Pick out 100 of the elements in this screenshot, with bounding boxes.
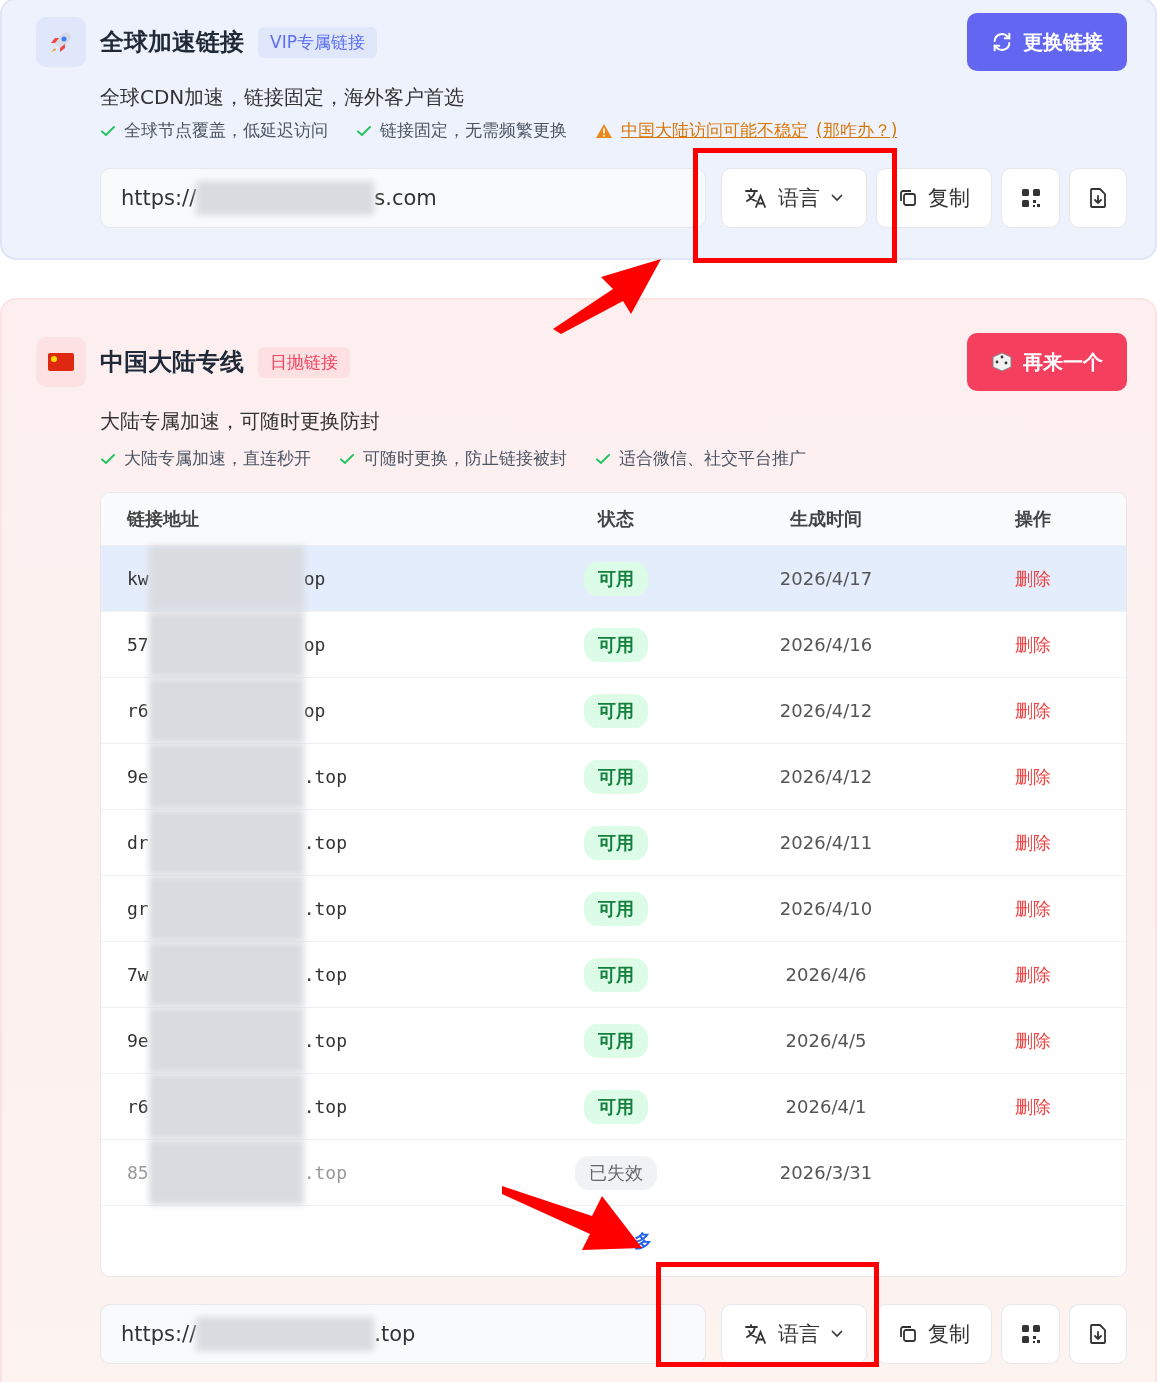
table-row[interactable]: 9e .top 可用 2026/4/12 删除 — [101, 743, 1126, 809]
copy-icon — [898, 1324, 919, 1344]
url-field[interactable]: https:// .top — [100, 1304, 706, 1364]
link-address: .top — [303, 897, 348, 921]
download-button[interactable] — [1068, 1304, 1127, 1364]
status-tag: 已失效 — [575, 1155, 657, 1190]
table-row[interactable]: kw op 可用 2026/4/17 删除 — [101, 545, 1126, 611]
delete-link[interactable]: 删除 — [1015, 632, 1051, 657]
caret-icon — [829, 1329, 844, 1339]
table-row[interactable]: 85 .top 已失效 2026/3/31 — [101, 1139, 1126, 1205]
qr-code-button[interactable] — [1001, 168, 1060, 228]
link-address: gr — [127, 897, 149, 921]
card-description: 大陆专属加速，可随时更换防封 — [100, 408, 381, 435]
link-address: r6 — [127, 1095, 149, 1119]
url-text: https:// — [121, 1322, 197, 1346]
table-row[interactable]: 7w .top 可用 2026/4/6 删除 — [101, 941, 1126, 1007]
delete-link[interactable]: 删除 — [1015, 764, 1051, 789]
card-badge: VIP专属链接 — [258, 26, 377, 58]
language-button[interactable]: 语言 — [721, 168, 867, 228]
column-header: 操作 — [1014, 507, 1052, 531]
date-text: 2026/4/12 — [779, 700, 873, 721]
link-address: op — [303, 567, 326, 591]
date-text: 2026/4/6 — [785, 964, 867, 985]
link-address: .top — [303, 1095, 348, 1119]
copy-button[interactable]: 复制 — [875, 168, 993, 228]
status-tag: 可用 — [584, 693, 648, 728]
qr-code-icon — [1020, 1324, 1041, 1344]
table-row[interactable]: r6 .top 可用 2026/4/1 删除 — [101, 1073, 1126, 1139]
status-tag: 可用 — [584, 1023, 648, 1058]
qr-code-button[interactable] — [1001, 1304, 1060, 1364]
link-address: r6 — [127, 699, 149, 723]
column-header: 状态 — [596, 507, 635, 531]
table-row[interactable]: dr .top 可用 2026/4/11 删除 — [101, 809, 1126, 875]
card-title: 中国大陆专线 — [100, 347, 244, 378]
translate-icon — [743, 1323, 768, 1345]
status-tag: 可用 — [584, 825, 648, 860]
card-icon — [36, 337, 86, 387]
card-title: 全球加速链接 — [100, 27, 244, 58]
table-row[interactable]: 9e .top 可用 2026/4/5 删除 — [101, 1007, 1126, 1073]
card-icon — [36, 17, 86, 67]
link-address: .top — [303, 1161, 348, 1185]
url-field[interactable]: https:// s.com — [100, 168, 706, 228]
table-row[interactable]: 57 op 可用 2026/4/16 删除 — [101, 611, 1126, 677]
delete-link[interactable]: 删除 — [1015, 698, 1051, 723]
download-button[interactable] — [1068, 168, 1127, 228]
feature-text: 中国大陆访问可能不稳定 — [621, 119, 808, 142]
date-text: 2026/4/11 — [779, 832, 873, 853]
link-address: 7w — [127, 963, 149, 987]
warning-icon — [595, 122, 613, 139]
status-tag: 可用 — [584, 957, 648, 992]
status-tag: 可用 — [584, 891, 648, 926]
translate-icon — [743, 187, 768, 209]
refresh-icon — [991, 31, 1013, 53]
qr-code-icon — [1020, 188, 1041, 208]
column-header: 链接地址 — [125, 507, 200, 531]
link-address: .top — [303, 831, 348, 855]
caret-icon — [829, 193, 844, 203]
download-icon — [1087, 1323, 1108, 1345]
table-row[interactable]: gr .top 可用 2026/4/10 删除 — [101, 875, 1126, 941]
link-address: 57 — [127, 633, 149, 657]
url-text: .top — [374, 1322, 416, 1346]
card-badge: 日抛链接 — [258, 346, 350, 378]
date-text: 2026/3/31 — [779, 1162, 873, 1183]
status-tag: 可用 — [584, 627, 648, 662]
link-address: 9e — [127, 765, 149, 789]
date-text: 2026/4/1 — [785, 1096, 867, 1117]
link-address: dr — [127, 831, 149, 855]
delete-link[interactable]: 删除 — [1015, 962, 1051, 987]
link-address: .top — [303, 765, 348, 789]
date-text: 2026/4/10 — [779, 898, 873, 919]
status-tag: 可用 — [584, 759, 648, 794]
table-row[interactable]: r6 op 可用 2026/4/12 删除 — [101, 677, 1126, 743]
card-description: 全球CDN加速，链接固定，海外客户首选 — [100, 84, 466, 111]
delete-link[interactable]: 删除 — [1015, 896, 1051, 921]
link-address: kw — [127, 567, 149, 591]
feature-text: 大陆专属加速，直连秒开 — [124, 447, 311, 470]
language-button[interactable]: 语言 — [721, 1304, 867, 1364]
action-button[interactable]: 再来一个 — [967, 333, 1127, 391]
delete-link[interactable]: 删除 — [1015, 830, 1051, 855]
dice-icon — [991, 351, 1013, 373]
date-text: 2026/4/16 — [779, 634, 873, 655]
feature-text: 可随时更换，防止链接被封 — [363, 447, 567, 470]
link-address: op — [303, 699, 326, 723]
link-address: .top — [303, 1029, 348, 1053]
url-text: https:// — [121, 186, 197, 210]
link-address: .top — [303, 963, 348, 987]
delete-link[interactable]: 删除 — [1015, 1028, 1051, 1053]
date-text: 2026/4/17 — [779, 568, 873, 589]
link-address: 85 — [127, 1161, 149, 1185]
status-tag: 可用 — [584, 561, 648, 596]
date-text: 2026/4/5 — [785, 1030, 867, 1051]
link-address: 9e — [127, 1029, 149, 1053]
action-button[interactable]: 更换链接 — [967, 13, 1127, 71]
link-address: op — [303, 633, 326, 657]
date-text: 2026/4/12 — [779, 766, 873, 787]
url-text: s.com — [374, 186, 437, 210]
column-header: 生成时间 — [789, 507, 863, 531]
status-tag: 可用 — [584, 1089, 648, 1124]
delete-link[interactable]: 删除 — [1015, 1094, 1051, 1119]
download-icon — [1087, 187, 1108, 209]
